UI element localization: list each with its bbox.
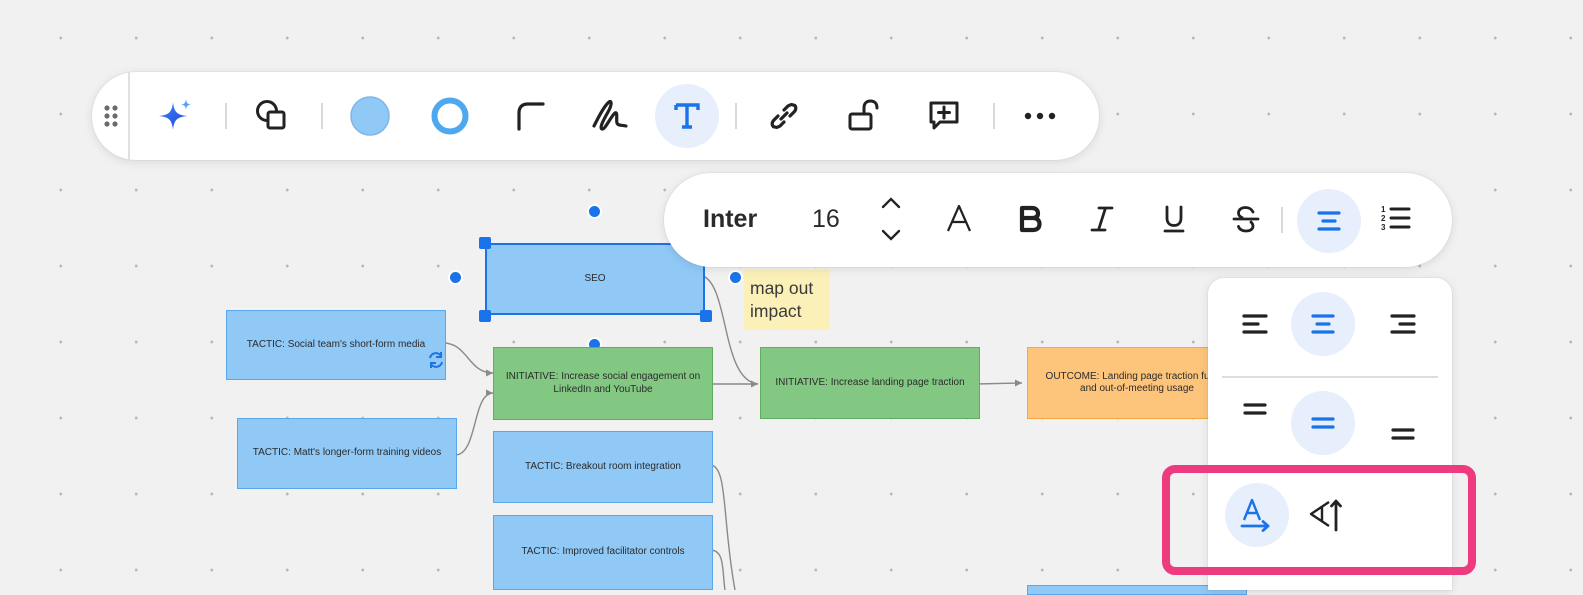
align-center-icon [1311,314,1335,334]
align-top-button[interactable] [1231,390,1279,430]
font-family-dropdown[interactable]: Inter [703,205,757,234]
svg-text:1: 1 [1381,205,1386,214]
toolbar-grip [128,72,130,160]
seo-node[interactable]: SEO [485,243,705,315]
drag-handle-icon [104,105,118,127]
italic-button[interactable] [1078,195,1126,243]
drag-handle[interactable] [98,101,124,131]
bold-button[interactable] [1006,195,1054,243]
initiative-social-node[interactable]: INITIATIVE: Increase social engagement o… [493,347,713,420]
numbered-list-button[interactable]: 123 [1372,195,1420,243]
align-bottom-icon [1391,428,1415,440]
fill-color-button[interactable] [346,92,394,140]
separator [993,103,995,129]
underline-button[interactable] [1150,195,1198,243]
sticky-note[interactable]: map out impact [744,270,830,330]
numbered-list-icon: 123 [1381,205,1411,232]
sticky-note-text: map out impact [750,278,814,321]
link-icon [770,102,798,130]
align-center-button[interactable] [1291,292,1355,356]
add-comment-icon [929,101,959,130]
resize-handle[interactable] [479,310,491,322]
tactic-social-node[interactable]: TACTIC: Social team's short-form media [226,310,446,380]
corner-style-button[interactable] [506,92,554,140]
initiative-landing-node[interactable]: INITIATIVE: Increase landing page tracti… [760,347,980,419]
text-button[interactable] [655,84,719,148]
shapes-button[interactable] [248,92,296,140]
align-left-icon [1242,314,1268,334]
align-left-button[interactable] [1231,300,1279,348]
text-align-button[interactable] [1297,189,1361,253]
separator [225,103,227,129]
tactic-matt-label: TACTIC: Matt's longer-form training vide… [252,447,442,459]
shapes-icon [256,100,286,130]
text-color-button[interactable] [935,195,983,243]
initiative-social-label: INITIATIVE: Increase social engagement o… [505,371,701,395]
ai-sparkle-icon [159,99,191,130]
corner-style-icon [517,102,545,131]
divider [1222,376,1438,378]
connector-handle[interactable] [587,204,602,219]
more-button[interactable] [1016,92,1064,140]
resize-handle[interactable] [479,237,491,249]
pen-icon [592,99,628,131]
align-bottom-button[interactable] [1379,414,1427,454]
refresh-icon [429,352,443,368]
tactic-facilitator-node[interactable]: TACTIC: Improved facilitator controls [493,515,713,590]
underline-icon [1163,205,1185,233]
highlight-box [1162,465,1476,575]
align-middle-icon [1311,417,1335,429]
align-top-icon [1243,403,1267,415]
text-color-icon [946,204,972,232]
italic-icon [1090,206,1114,232]
svg-text:2: 2 [1381,214,1386,223]
tactic-breakout-node[interactable]: TACTIC: Breakout room integration [493,431,713,503]
font-size-stepper[interactable] [878,193,904,245]
border-color-button[interactable] [426,92,474,140]
link-button[interactable] [760,92,808,140]
font-size-field[interactable]: 16 [812,205,840,234]
ai-assistant-button[interactable] [151,92,199,140]
separator [1281,207,1283,233]
tactic-breakout-label: TACTIC: Breakout room integration [525,460,681,472]
chevron-up-down-icon [881,197,901,241]
resize-handle[interactable] [700,310,712,322]
seo-node-label: SEO [584,272,606,284]
align-right-button[interactable] [1379,300,1427,348]
strikethrough-button[interactable] [1222,195,1270,243]
initiative-landing-label: INITIATIVE: Increase landing page tracti… [775,376,965,388]
lock-button[interactable] [840,92,888,140]
tactic-matt-node[interactable]: TACTIC: Matt's longer-form training vide… [237,418,457,489]
connector-handle[interactable] [448,270,463,285]
connector-handle[interactable] [728,270,743,285]
main-toolbar [92,72,1099,160]
text-format-toolbar: Inter 16 1 2 3 [664,173,1452,267]
bold-icon [1019,205,1042,233]
separator [735,103,737,129]
align-right-icon [1390,314,1416,334]
svg-text:3: 3 [1381,223,1386,232]
add-comment-button[interactable] [920,92,968,140]
pen-button[interactable] [586,92,634,140]
align-center-icon [1317,211,1341,231]
tactic-facilitator-label: TACTIC: Improved facilitator controls [521,546,685,558]
tactic-social-label: TACTIC: Social team's short-form media [246,338,426,350]
border-color-icon [431,97,469,135]
strikethrough-icon [1232,206,1260,233]
text-icon [674,103,700,129]
separator [321,103,323,129]
fill-color-icon [350,96,390,136]
lock-icon [848,99,879,131]
more-icon [1024,112,1056,120]
align-middle-button[interactable] [1291,391,1355,455]
